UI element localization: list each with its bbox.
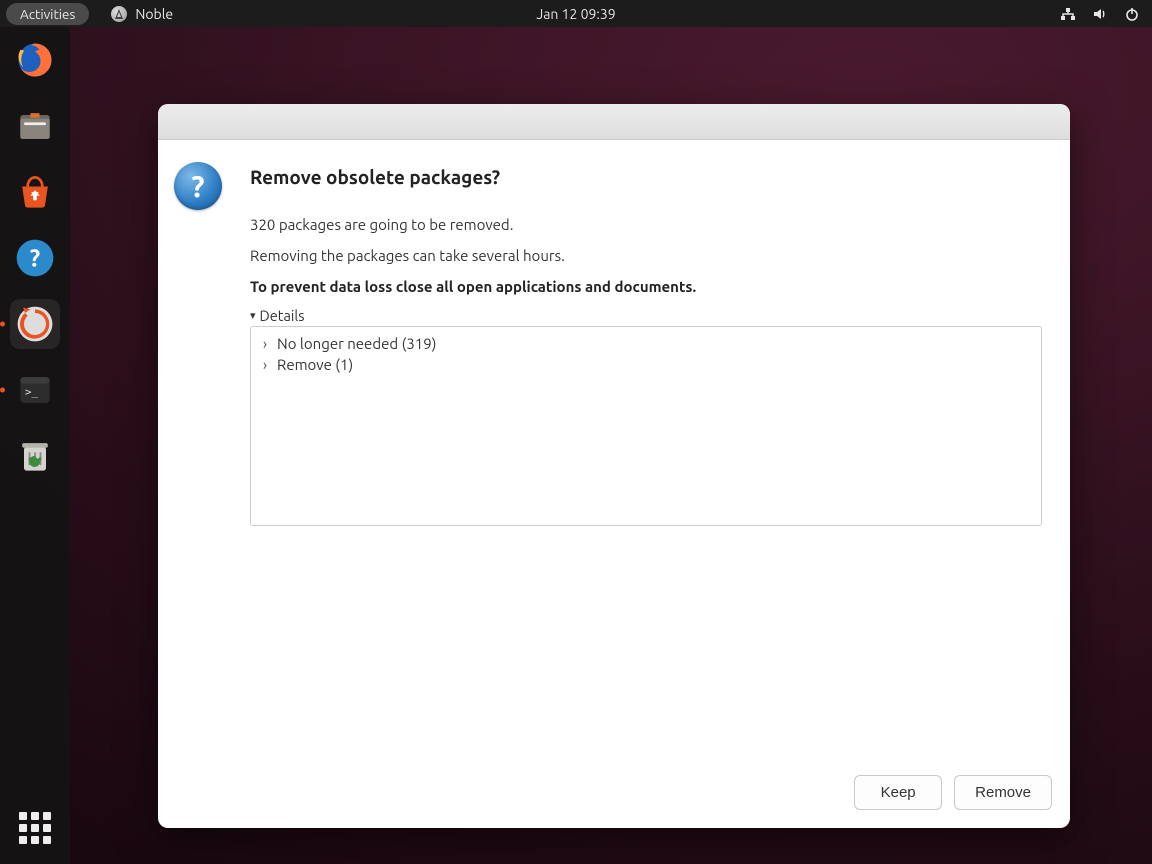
terminal-icon: >_ — [13, 368, 57, 412]
active-app-name: Noble — [135, 6, 173, 22]
keep-button[interactable]: Keep — [854, 775, 942, 810]
power-icon[interactable] — [1124, 6, 1140, 22]
chevron-right-icon: › — [259, 356, 271, 373]
dialog-title: Remove obsolete packages? — [250, 166, 1042, 188]
details-label: Details — [260, 307, 305, 324]
software-updater-icon — [13, 302, 57, 346]
trash-icon — [13, 434, 57, 478]
tree-row-label: Remove (1) — [277, 356, 353, 373]
dock-item-software[interactable] — [10, 167, 60, 217]
activities-button[interactable]: Activities — [6, 3, 89, 25]
dialog-titlebar[interactable] — [158, 104, 1070, 140]
details-tree[interactable]: › No longer needed (319) › Remove (1) — [250, 326, 1042, 526]
dock-item-help[interactable]: ? — [10, 233, 60, 283]
details-expander[interactable]: ▾ Details — [250, 307, 1042, 324]
remove-obsolete-dialog: ? Remove obsolete packages? 320 packages… — [158, 104, 1070, 828]
active-app-indicator[interactable]: Noble — [111, 6, 173, 22]
running-indicator-icon — [0, 388, 5, 393]
dock: ? >_ — [0, 27, 70, 864]
dialog-message-1: 320 packages are going to be removed. — [250, 216, 1042, 233]
network-icon[interactable] — [1060, 6, 1076, 22]
tree-row-no-longer-needed[interactable]: › No longer needed (319) — [259, 333, 1033, 354]
files-icon — [13, 104, 57, 148]
firefox-icon — [13, 38, 57, 82]
remove-button[interactable]: Remove — [954, 775, 1052, 810]
help-icon: ? — [13, 236, 57, 280]
top-panel: Activities Noble Jan 12 09:39 — [0, 0, 1152, 27]
system-tray[interactable] — [1060, 6, 1140, 22]
dialog-message-2: Removing the packages can take several h… — [250, 247, 1042, 264]
svg-text:>_: >_ — [25, 386, 39, 399]
tree-row-remove[interactable]: › Remove (1) — [259, 354, 1033, 375]
chevron-down-icon: ▾ — [250, 309, 256, 322]
dock-item-trash[interactable] — [10, 431, 60, 481]
dock-item-firefox[interactable] — [10, 35, 60, 85]
dialog-footer: Keep Remove — [158, 763, 1070, 828]
dock-item-terminal[interactable]: >_ — [10, 365, 60, 415]
dock-item-files[interactable] — [10, 101, 60, 151]
chevron-right-icon: › — [259, 335, 271, 352]
dialog-warning: To prevent data loss close all open appl… — [250, 278, 1042, 295]
volume-icon[interactable] — [1092, 6, 1108, 22]
software-center-icon — [13, 170, 57, 214]
question-icon: ? — [174, 162, 222, 210]
app-menu-icon — [111, 6, 127, 22]
tree-row-label: No longer needed (319) — [277, 335, 436, 352]
clock[interactable]: Jan 12 09:39 — [536, 6, 615, 22]
running-indicator-icon — [0, 322, 5, 327]
show-applications-button[interactable] — [19, 812, 51, 844]
dock-item-software-updater[interactable] — [10, 299, 60, 349]
svg-text:?: ? — [30, 244, 40, 271]
